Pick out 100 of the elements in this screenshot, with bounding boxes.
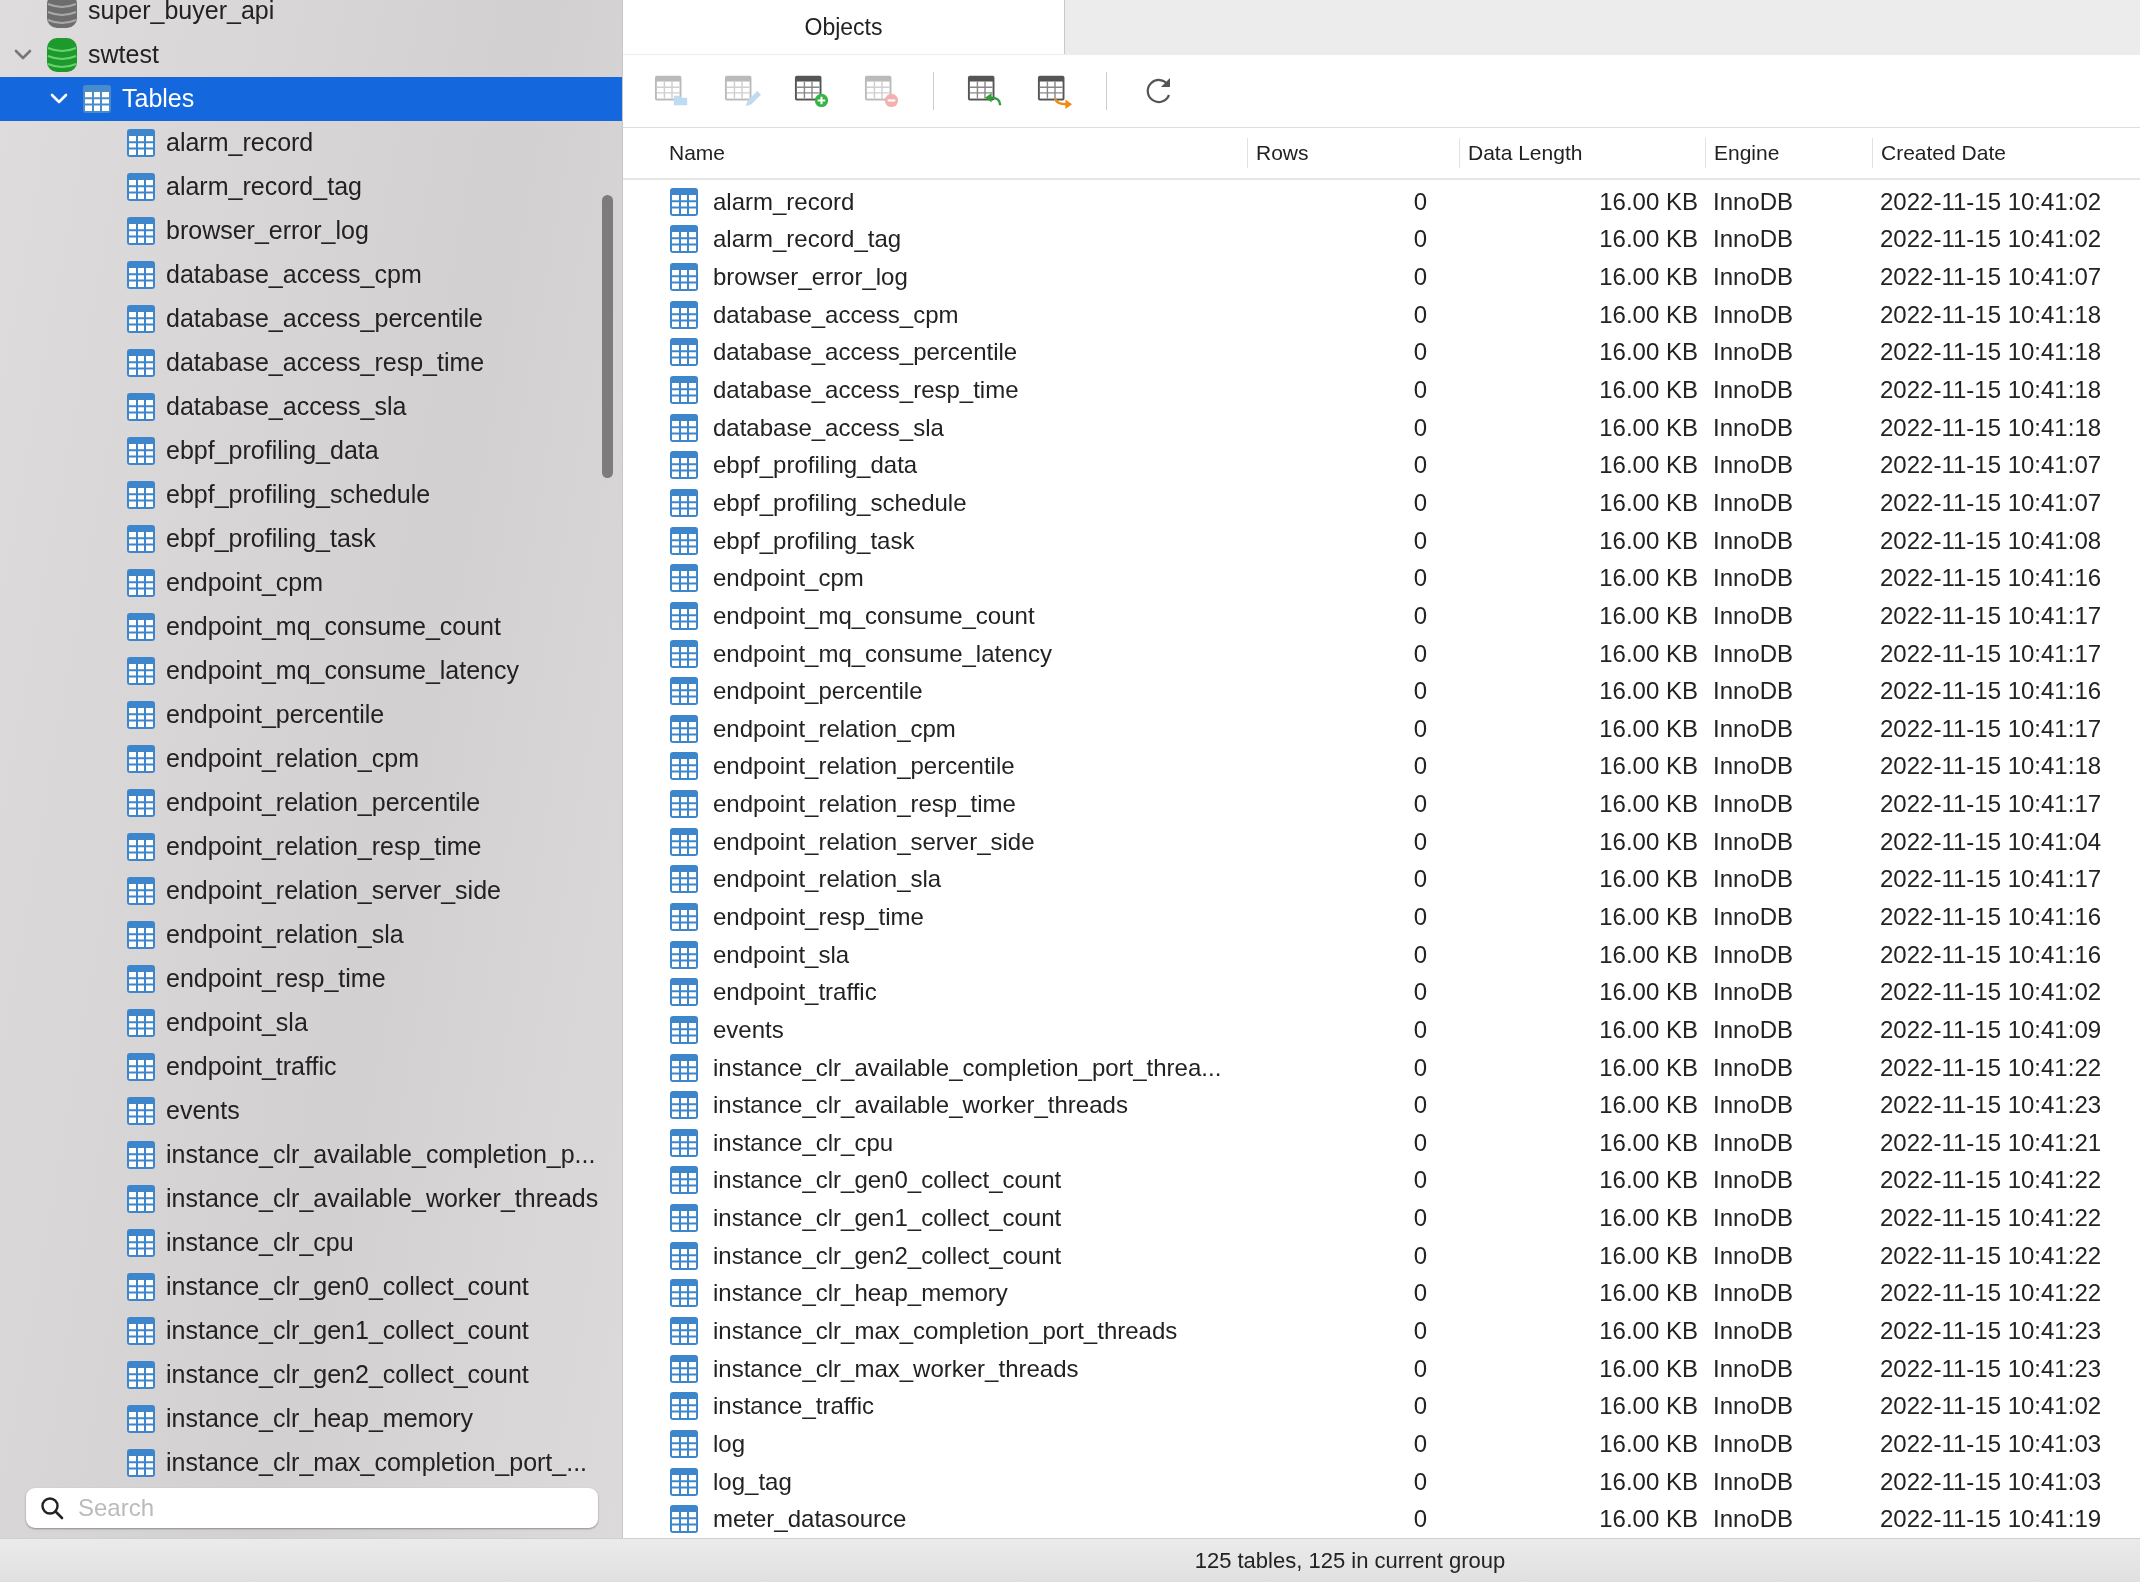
table-item[interactable]: database_access_cpm: [0, 253, 622, 297]
table-cell: 0: [1413, 639, 1427, 667]
table-item[interactable]: endpoint_relation_percentile: [0, 781, 622, 825]
table-item[interactable]: endpoint_mq_consume_latency: [0, 649, 622, 693]
table-name[interactable]: alarm_record_tag: [713, 221, 902, 258]
table-item[interactable]: instance_clr_max_completion_port_...: [0, 1441, 622, 1485]
table-cell: 0: [1413, 601, 1427, 629]
table-item[interactable]: endpoint_relation_cpm: [0, 737, 622, 781]
table-name[interactable]: endpoint_relation_sla: [713, 861, 942, 898]
table-name[interactable]: log: [713, 1425, 746, 1462]
table-name[interactable]: endpoint_relation_percentile: [713, 748, 1015, 785]
table-item[interactable]: ebpf_profiling_task: [0, 517, 622, 561]
table-icon: [669, 1240, 699, 1271]
table-name[interactable]: endpoint_cpm: [713, 560, 864, 597]
scrollbar[interactable]: [602, 195, 613, 478]
column-header[interactable]: Rows: [1247, 138, 1459, 168]
table-name[interactable]: database_access_sla: [713, 409, 944, 446]
table-name[interactable]: instance_clr_heap_memory: [713, 1275, 1008, 1312]
table-name[interactable]: database_access_cpm: [713, 296, 959, 333]
table-item[interactable]: endpoint_mq_consume_count: [0, 605, 622, 649]
database-item[interactable]: super_buyer_api: [0, 0, 622, 33]
table-item[interactable]: instance_clr_heap_memory: [0, 1397, 622, 1441]
table-item[interactable]: endpoint_cpm: [0, 561, 622, 605]
column-header[interactable]: Created Date: [1872, 138, 2140, 168]
table-cell: 16.00 KB: [1599, 865, 1698, 893]
table-name[interactable]: events: [713, 1011, 784, 1048]
table-item[interactable]: instance_clr_available_completion_p...: [0, 1133, 622, 1177]
table-name[interactable]: instance_traffic: [713, 1388, 874, 1425]
table-name[interactable]: endpoint_sla: [713, 936, 850, 973]
table-item[interactable]: endpoint_sla: [0, 1001, 622, 1045]
table-name[interactable]: meter_datasource: [713, 1501, 907, 1538]
table-item[interactable]: endpoint_relation_resp_time: [0, 825, 622, 869]
table-name[interactable]: instance_clr_gen0_collect_count: [713, 1162, 1062, 1199]
table-item[interactable]: instance_clr_gen2_collect_count: [0, 1353, 622, 1397]
table-item[interactable]: instance_clr_gen0_collect_count: [0, 1265, 622, 1309]
table-name[interactable]: instance_clr_available_worker_threads: [713, 1087, 1128, 1124]
table-icon: [126, 1184, 156, 1214]
table-cell: 16.00 KB: [1599, 940, 1698, 968]
table-icon: [669, 1052, 699, 1083]
table-cell: InnoDB: [1713, 187, 1794, 215]
table-cell: 16.00 KB: [1599, 376, 1698, 403]
table-name[interactable]: database_access_percentile: [713, 334, 1018, 371]
table-item[interactable]: instance_clr_gen1_collect_count: [0, 1309, 622, 1353]
table-name[interactable]: ebpf_profiling_task: [713, 522, 915, 559]
table-name[interactable]: database_access_resp_time: [713, 372, 1019, 408]
database-item[interactable]: swtest: [0, 33, 622, 77]
table-item[interactable]: database_access_percentile: [0, 297, 622, 341]
table-item[interactable]: ebpf_profiling_schedule: [0, 473, 622, 517]
column-header[interactable]: Engine: [1705, 138, 1872, 168]
table-item[interactable]: events: [0, 1089, 622, 1133]
table-name[interactable]: log_tag: [713, 1463, 792, 1500]
column-header[interactable]: Name: [623, 138, 1247, 168]
table-name[interactable]: endpoint_mq_consume_count: [713, 597, 1035, 634]
table-cell: 2022-11-15 10:41:18: [1880, 376, 2102, 403]
table-item[interactable]: endpoint_percentile: [0, 693, 622, 737]
table-icon: [669, 1428, 699, 1459]
table-item[interactable]: ebpf_profiling_data: [0, 429, 622, 473]
table-item[interactable]: instance_clr_available_worker_threads: [0, 1177, 622, 1221]
table-item[interactable]: database_access_sla: [0, 385, 622, 429]
table-name[interactable]: endpoint_relation_resp_time: [713, 786, 1016, 823]
table-item[interactable]: endpoint_traffic: [0, 1045, 622, 1089]
table-name[interactable]: instance_clr_cpu: [713, 1124, 894, 1161]
table-name[interactable]: instance_clr_available_completion_port_threa...: [713, 1049, 1222, 1086]
table-item[interactable]: instance_clr_cpu: [0, 1221, 622, 1265]
table-item[interactable]: alarm_record: [0, 121, 622, 165]
table-item[interactable]: alarm_record_tag: [0, 165, 622, 209]
table-name[interactable]: endpoint_traffic: [713, 974, 877, 1011]
table-item[interactable]: endpoint_relation_server_side: [0, 869, 622, 913]
tab[interactable]: Objects: [623, 0, 1065, 54]
table-cell: 16.00 KB: [1599, 1467, 1698, 1495]
table-name[interactable]: ebpf_profiling_data: [713, 447, 918, 484]
table-icon: [669, 487, 699, 518]
table-cell: InnoDB: [1713, 376, 1794, 403]
table-icon: [669, 789, 699, 820]
table-name[interactable]: instance_clr_gen1_collect_count: [713, 1200, 1062, 1237]
table-name[interactable]: instance_clr_max_worker_threads: [713, 1350, 1079, 1387]
table-item[interactable]: endpoint_relation_sla: [0, 913, 622, 957]
table-name[interactable]: ebpf_profiling_schedule: [713, 484, 967, 521]
tree-item[interactable]: Tables: [0, 77, 622, 121]
table-name[interactable]: instance_clr_gen2_collect_count: [713, 1237, 1062, 1274]
table-item[interactable]: endpoint_resp_time: [0, 957, 622, 1001]
table-name[interactable]: endpoint_relation_server_side: [713, 823, 1035, 860]
table-name[interactable]: endpoint_resp_time: [713, 899, 924, 935]
table-name[interactable]: endpoint_percentile: [713, 673, 923, 710]
export-table-icon[interactable]: [1036, 73, 1074, 109]
table-icon: [126, 392, 156, 422]
table-cell: 2022-11-15 10:41:02: [1880, 187, 2102, 215]
table-icon: [126, 260, 156, 290]
search-field[interactable]: Search: [26, 1488, 598, 1528]
column-header[interactable]: Data Length: [1459, 138, 1705, 168]
table-name[interactable]: endpoint_relation_cpm: [713, 710, 956, 747]
table-cell: 0: [1413, 1204, 1427, 1232]
table-name[interactable]: endpoint_mq_consume_latency: [713, 635, 1052, 672]
add-table-icon[interactable]: [793, 73, 831, 109]
table-name[interactable]: instance_clr_max_completion_port_threads: [713, 1313, 1178, 1350]
table-item[interactable]: database_access_resp_time: [0, 341, 622, 385]
table-item[interactable]: browser_error_log: [0, 209, 622, 253]
table-name[interactable]: alarm_record: [713, 183, 855, 220]
table-name[interactable]: browser_error_log: [713, 259, 908, 296]
table-cell: 2022-11-15 10:41:22: [1880, 1241, 2102, 1269]
